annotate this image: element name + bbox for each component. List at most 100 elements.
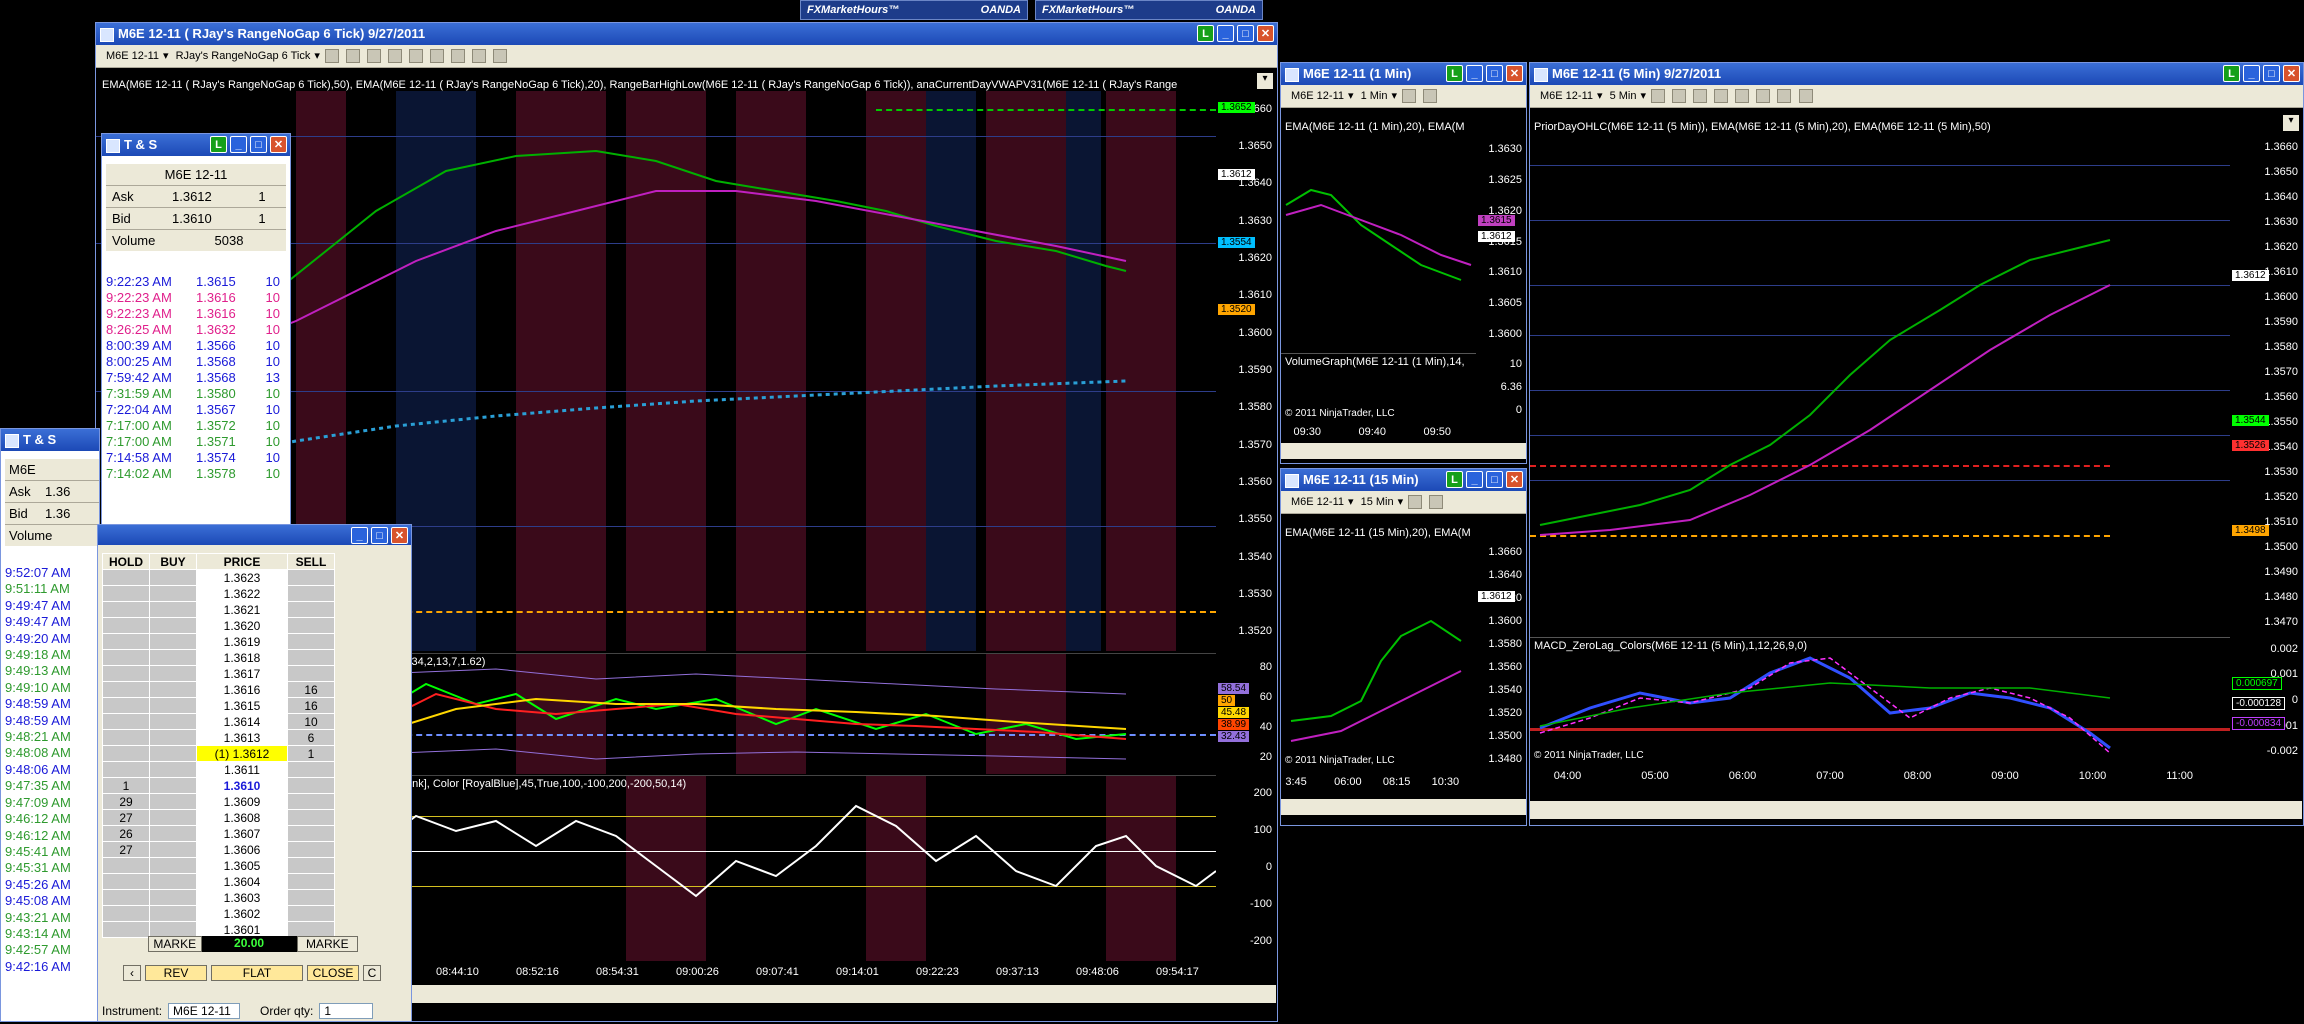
horizontal-scrollbar[interactable] <box>1281 799 1526 815</box>
trade-time[interactable]: 9:45:31 AM <box>5 860 97 876</box>
ladder-row[interactable]: 1.3602 <box>102 905 335 922</box>
trade-time[interactable]: 9:42:57 AM <box>5 942 97 958</box>
ladder-row[interactable]: 1.3604 <box>102 873 335 890</box>
trade-time[interactable]: 9:43:21 AM <box>5 910 97 926</box>
ladder-row[interactable]: 27 1.3606 <box>102 841 335 858</box>
hold-cell[interactable] <box>102 873 150 890</box>
close-button[interactable]: ✕ <box>1506 471 1523 488</box>
buy-cell[interactable] <box>149 713 197 730</box>
sell-cell[interactable] <box>287 825 335 842</box>
buy-cell[interactable] <box>149 649 197 666</box>
ladder-row[interactable]: 1.3613 6 <box>102 729 335 746</box>
hold-cell[interactable] <box>102 569 150 586</box>
trade-time[interactable]: 9:48:59 AM <box>5 713 97 729</box>
indicators-icon[interactable] <box>1756 89 1771 104</box>
ladder-row[interactable]: 1.3611 <box>102 761 335 778</box>
crosshair-icon[interactable] <box>1423 89 1438 104</box>
hold-cell[interactable] <box>102 649 150 666</box>
sell-cell[interactable] <box>287 665 335 682</box>
hold-cell[interactable] <box>102 745 150 762</box>
hold-cell[interactable] <box>102 665 150 682</box>
ladder-row[interactable]: 1.3618 <box>102 649 335 666</box>
hold-cell[interactable] <box>102 585 150 602</box>
buy-cell[interactable] <box>149 585 197 602</box>
pencil-icon[interactable] <box>1672 89 1687 104</box>
trade-row[interactable]: 7:14:58 AM 1.3574 10 <box>106 450 286 466</box>
strategies-icon[interactable] <box>451 49 466 64</box>
templates-icon[interactable] <box>472 49 487 64</box>
trade-row[interactable]: 7:31:59 AM 1.3580 10 <box>106 386 286 402</box>
close-button[interactable]: ✕ <box>270 136 287 153</box>
order-entry-icon[interactable] <box>493 49 508 64</box>
ladder-row[interactable]: 27 1.3608 <box>102 809 335 826</box>
link-icon[interactable]: L <box>1446 65 1463 82</box>
sell-cell[interactable] <box>287 857 335 874</box>
zoom-icon[interactable] <box>1714 89 1729 104</box>
minimize-button[interactable]: _ <box>351 527 368 544</box>
period-dropdown[interactable]: 1 Min <box>1357 85 1392 107</box>
ladder-row[interactable]: 1.3603 <box>102 889 335 906</box>
cancel-orders-button[interactable]: C <box>363 965 381 981</box>
trade-time[interactable]: 9:46:12 AM <box>5 828 97 844</box>
sell-cell[interactable] <box>287 793 335 810</box>
close-button[interactable]: ✕ <box>2283 65 2300 82</box>
trade-time[interactable]: 9:47:35 AM <box>5 778 97 794</box>
properties-icon[interactable] <box>1735 89 1750 104</box>
period-dropdown[interactable]: RJay's RangeNoGap 6 Tick <box>172 45 315 67</box>
maximize-button[interactable]: □ <box>371 527 388 544</box>
trade-time[interactable]: 9:48:06 AM <box>5 762 97 778</box>
period-dropdown[interactable]: 5 Min <box>1606 85 1641 107</box>
sell-cell[interactable] <box>287 841 335 858</box>
close-button[interactable]: ✕ <box>391 527 408 544</box>
ladder-row[interactable]: 1.3623 <box>102 569 335 586</box>
trade-time[interactable]: 9:49:10 AM <box>5 680 97 696</box>
trade-time[interactable]: 9:52:07 AM <box>5 565 97 581</box>
buy-cell[interactable] <box>149 825 197 842</box>
hold-cell[interactable] <box>102 905 150 922</box>
buy-cell[interactable] <box>149 745 197 762</box>
horizontal-scrollbar[interactable] <box>1281 443 1526 459</box>
buy-cell[interactable] <box>149 793 197 810</box>
maximize-button[interactable]: □ <box>1237 25 1254 42</box>
buy-cell[interactable] <box>149 665 197 682</box>
close-button[interactable]: ✕ <box>1506 65 1523 82</box>
hold-cell[interactable] <box>102 633 150 650</box>
chevron-down-icon[interactable]: ▾ <box>1257 73 1273 89</box>
sell-cell[interactable] <box>287 809 335 826</box>
price-panel[interactable]: © 2011 NinjaTrader, LLC <box>1281 541 1476 771</box>
trade-time[interactable]: 9:47:09 AM <box>5 795 97 811</box>
minimize-button[interactable]: _ <box>2243 65 2260 82</box>
macd-panel[interactable]: MACD_ZeroLag_Colors(M6E 12-11 (5 Min),1,… <box>1530 637 2230 766</box>
crosshair-icon[interactable] <box>367 49 382 64</box>
instrument-select[interactable]: M6E 12-11 <box>168 1003 241 1019</box>
ladder-row[interactable]: 1.3620 <box>102 617 335 634</box>
sell-cell[interactable]: 6 <box>287 729 335 746</box>
instrument-dropdown[interactable]: M6E 12-11 <box>1287 85 1348 107</box>
hold-cell[interactable] <box>102 617 150 634</box>
trade-row[interactable]: 8:00:39 AM 1.3566 10 <box>106 338 286 354</box>
ladder-row[interactable]: 1.3605 <box>102 857 335 874</box>
trade-time[interactable]: 9:49:13 AM <box>5 663 97 679</box>
market-buy-button[interactable]: MARKE <box>148 936 202 952</box>
maximize-button[interactable]: □ <box>1486 471 1503 488</box>
superdom-titlebar[interactable]: _ □ ✕ <box>98 525 411 545</box>
hold-cell[interactable] <box>102 761 150 778</box>
trade-row[interactable]: 7:59:42 AM 1.3568 13 <box>106 370 286 386</box>
ts2-titlebar[interactable]: T & S <box>1 429 99 451</box>
chart-1min-titlebar[interactable]: M6E 12-11 (1 Min) L _ □ ✕ <box>1281 63 1526 85</box>
link-icon[interactable]: L <box>2223 65 2240 82</box>
sell-cell[interactable] <box>287 889 335 906</box>
sell-cell[interactable] <box>287 617 335 634</box>
sell-cell[interactable] <box>287 777 335 794</box>
qty-input[interactable]: 1 <box>319 1003 374 1019</box>
maximize-button[interactable]: □ <box>1486 65 1503 82</box>
pencil-icon[interactable] <box>1408 495 1423 510</box>
sell-cell[interactable] <box>287 569 335 586</box>
hold-cell[interactable]: 27 <box>102 841 150 858</box>
ladder-row[interactable]: 1.3614 10 <box>102 713 335 730</box>
sell-cell[interactable] <box>287 873 335 890</box>
price-panel[interactable] <box>1281 135 1476 350</box>
trade-time[interactable]: 9:49:18 AM <box>5 647 97 663</box>
hold-cell[interactable] <box>102 681 150 698</box>
trade-time[interactable]: 9:46:12 AM <box>5 811 97 827</box>
